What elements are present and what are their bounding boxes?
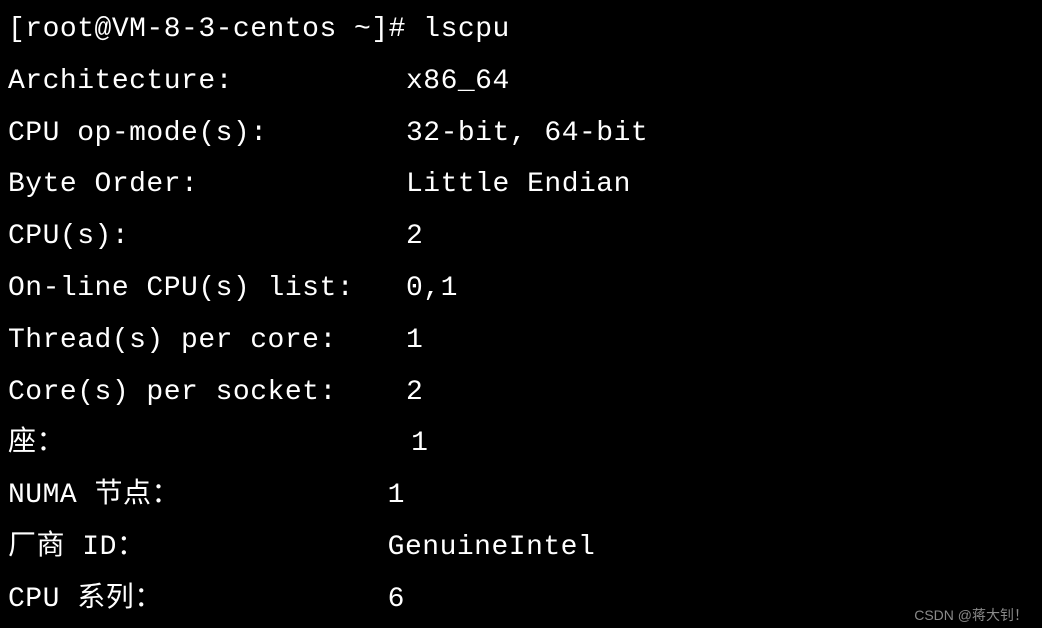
output-label: Architecture: (8, 56, 406, 108)
output-row-cpu-op-mode: CPU op-mode(s): 32-bit, 64-bit (8, 108, 1034, 160)
output-value: 2 (406, 211, 423, 263)
output-label: 座： (8, 418, 394, 470)
output-row-cores-per-socket: Core(s) per socket: 2 (8, 367, 1034, 419)
output-value: 1 (336, 470, 405, 522)
output-value: 6 (336, 574, 405, 626)
output-row-cpus: CPU(s): 2 (8, 211, 1034, 263)
output-row-cpu-family: CPU 系列： 6 (8, 574, 1034, 626)
output-label: Byte Order: (8, 159, 406, 211)
output-row-architecture: Architecture: x86_64 (8, 56, 1034, 108)
output-label: Thread(s) per core: (8, 315, 406, 367)
output-value: GenuineIntel (336, 522, 596, 574)
terminal-output[interactable]: [root@VM-8-3-centos ~]# lscpu Architectu… (8, 4, 1034, 626)
output-row-byte-order: Byte Order: Little Endian (8, 159, 1034, 211)
output-label: On-line CPU(s) list: (8, 263, 406, 315)
output-value: 1 (406, 315, 423, 367)
output-value: 0,1 (406, 263, 458, 315)
output-value: 2 (406, 367, 423, 419)
command-text: lscpu (423, 14, 510, 45)
output-label: CPU(s): (8, 211, 406, 263)
prompt-line: [root@VM-8-3-centos ~]# lscpu (8, 4, 1034, 56)
output-row-socket: 座： 1 (8, 418, 1034, 470)
output-row-vendor-id: 厂商 ID： GenuineIntel (8, 522, 1034, 574)
output-label: CPU 系列： (8, 574, 336, 626)
watermark-text: CSDN @蒋大钊！ (914, 608, 1028, 622)
output-label: 厂商 ID： (8, 522, 336, 574)
output-row-numa-nodes: NUMA 节点： 1 (8, 470, 1034, 522)
output-value: 1 (394, 418, 429, 470)
output-value: x86_64 (406, 56, 510, 108)
output-value: Little Endian (406, 159, 631, 211)
shell-prompt: [root@VM-8-3-centos ~]# (8, 14, 406, 45)
output-label: NUMA 节点： (8, 470, 336, 522)
output-label: CPU op-mode(s): (8, 108, 406, 160)
output-row-threads-per-core: Thread(s) per core: 1 (8, 315, 1034, 367)
output-row-online-cpus: On-line CPU(s) list: 0,1 (8, 263, 1034, 315)
output-label: Core(s) per socket: (8, 367, 406, 419)
output-value: 32-bit, 64-bit (406, 108, 648, 160)
